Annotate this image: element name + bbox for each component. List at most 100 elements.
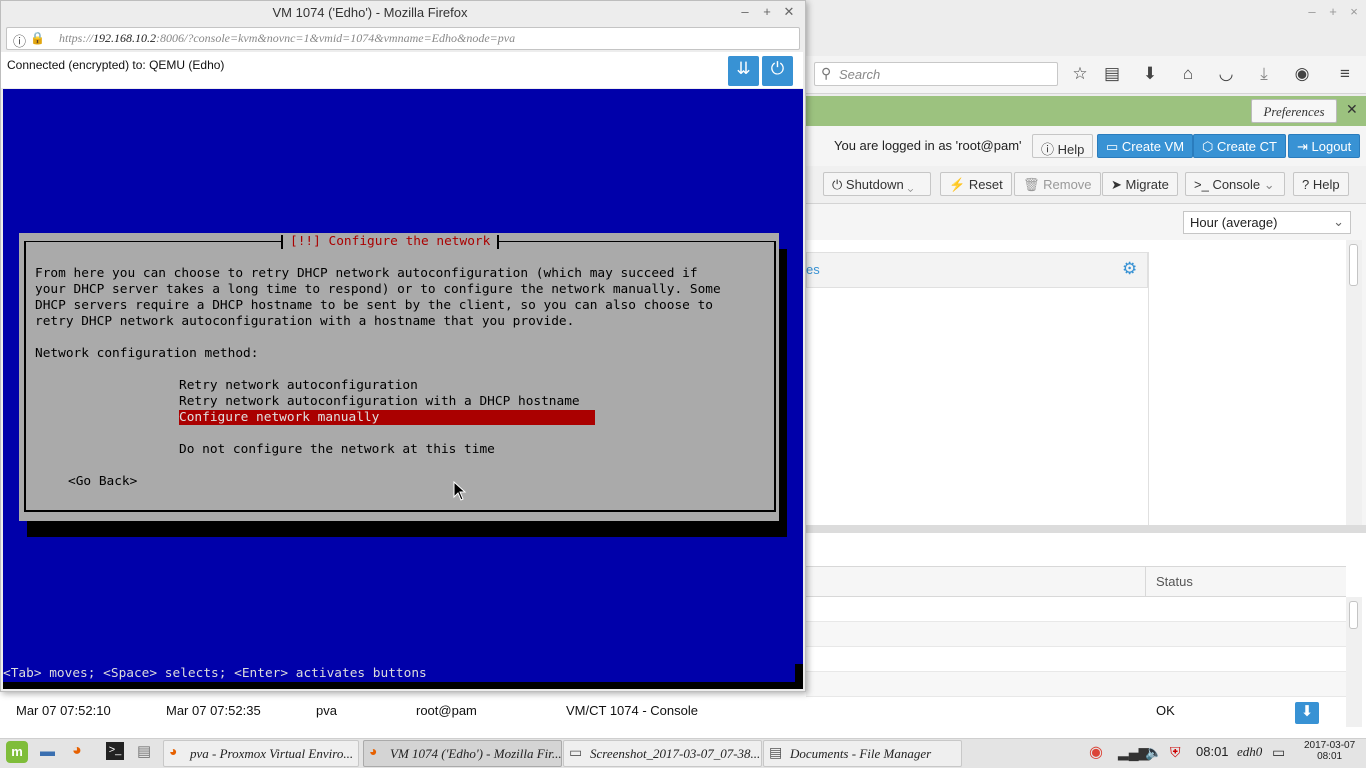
help-button-2[interactable]: ? Help <box>1293 172 1349 196</box>
option-retry-autoconfig[interactable]: Retry network autoconfiguration <box>179 378 418 394</box>
create-ct-button[interactable]: ⬡ Create CT <box>1193 134 1286 158</box>
remove-label: Remove <box>1043 177 1092 192</box>
table-row[interactable] <box>806 672 1346 697</box>
scrollbar-thumb[interactable] <box>1349 244 1358 286</box>
create-vm-button[interactable]: ▭ Create VM <box>1097 134 1194 158</box>
scrollbar[interactable] <box>1346 240 1362 525</box>
console-help-line: <Tab> moves; <Space> selects; <Enter> ac… <box>3 666 795 682</box>
dialog-description: From here you can choose to retry DHCP n… <box>35 266 721 329</box>
option-configure-manually[interactable]: Configure network manually <box>179 410 595 425</box>
task-file-manager[interactable]: ▤ Documents - File Manager <box>763 740 962 767</box>
remove-button[interactable]: 🗑 Remove <box>1014 172 1101 196</box>
connection-status: Connected (encrypted) to: QEMU (Edho) <box>7 58 225 72</box>
table-row[interactable] <box>806 647 1346 672</box>
panel-header <box>806 252 1148 288</box>
file-manager-icon[interactable]: ▤ <box>137 742 151 760</box>
volume-icon[interactable]: 🔈 <box>1145 744 1162 761</box>
send-icon: ➤ <box>1111 177 1126 192</box>
firefox-icon[interactable]: ◕ <box>72 742 82 760</box>
panel-divider <box>1148 252 1149 525</box>
help-button[interactable]: ⓘ Help <box>1032 134 1094 158</box>
scrollbar-thumb[interactable] <box>1349 601 1358 629</box>
reading-list-icon[interactable]: ▤ <box>1101 64 1123 84</box>
option-retry-dhcp-hostname[interactable]: Retry network autoconfiguration with a D… <box>179 394 580 410</box>
log-status: OK <box>1156 703 1175 718</box>
dialog-title: [!!] Configure the network <box>281 234 500 250</box>
lock-warning-icon[interactable]: 🔒 <box>30 31 45 45</box>
scroll-down-icon[interactable]: ⬇ <box>1295 702 1319 724</box>
task-label: Documents - File Manager <box>790 746 932 761</box>
date-label: 2017-03-07 <box>1304 740 1356 751</box>
tray-user[interactable]: edh0 <box>1237 744 1262 760</box>
gear-icon[interactable]: ⚙ <box>1122 259 1137 279</box>
pocket-icon[interactable]: ◡ <box>1215 64 1237 84</box>
migrate-label: Migrate <box>1125 177 1169 192</box>
panel-splitter[interactable] <box>806 525 1366 533</box>
bolt-icon: ⚡ <box>949 177 969 192</box>
show-desktop-icon[interactable]: ▬ <box>40 743 55 760</box>
task-screenshot[interactable]: ▭ Screenshot_2017-03-07_07-38... <box>563 740 762 767</box>
console-button[interactable]: >_ Console ⌄ <box>1185 172 1285 196</box>
download-icon[interactable]: ⬇ <box>1139 64 1161 84</box>
question-icon: ? <box>1302 177 1313 192</box>
task-label: VM 1074 ('Edho') - Mozilla Fir... <box>390 746 562 761</box>
task-label: Screenshot_2017-03-07_07-38... <box>590 746 761 761</box>
shutdown-button[interactable]: ⏻ Shutdown ⌄ <box>823 172 931 196</box>
log-user: root@pam <box>416 703 477 718</box>
panel-header-title: es <box>806 262 820 277</box>
terminal-icon[interactable]: >_ <box>106 742 124 760</box>
tray-clock[interactable]: 08:01 <box>1196 744 1229 759</box>
preferences-button[interactable]: Preferences <box>1251 99 1337 123</box>
vm-window-title: VM 1074 ('Edho') - Mozilla Firefox <box>272 5 468 20</box>
mouse-cursor-icon <box>453 481 467 501</box>
tray-date[interactable]: 2017-03-07 08:01 <box>1304 740 1355 762</box>
create-vm-label: Create VM <box>1121 139 1185 154</box>
column-separator <box>1145 567 1146 597</box>
go-back-button[interactable]: <Go Back> <box>68 474 137 490</box>
column-header-status[interactable]: Status <box>1156 574 1193 589</box>
minimize-icon[interactable]: – <box>735 4 755 19</box>
hamburger-menu-icon[interactable]: ≡ <box>1334 64 1356 84</box>
table-row[interactable] <box>806 622 1346 647</box>
shield-icon[interactable]: ⛨ <box>1170 744 1181 761</box>
terminal-icon: >_ <box>1194 177 1213 192</box>
task-proxmox[interactable]: ◕ pva - Proxmox Virtual Enviro... <box>163 740 359 767</box>
maximize-icon[interactable]: + <box>1323 4 1343 19</box>
help-button-label: Help <box>1057 142 1085 157</box>
migrate-button[interactable]: ➤ Migrate <box>1102 172 1178 196</box>
send-keys-icon[interactable]: ⇊ <box>728 56 759 86</box>
option-do-not-configure[interactable]: Do not configure the network at this tim… <box>179 442 495 458</box>
folder-icon: ▤ <box>769 746 783 761</box>
close-icon[interactable]: ✕ <box>779 4 799 20</box>
info-icon[interactable]: ⓘ <box>13 31 26 50</box>
logged-in-label: You are logged in as 'root@pam' <box>834 138 1022 153</box>
extension-icon[interactable]: ◉ <box>1291 64 1313 84</box>
chrome-icon[interactable]: ◉ <box>1089 742 1103 762</box>
chevron-down-icon: ⌄ <box>903 177 914 192</box>
home-icon[interactable]: ⌂ <box>1177 64 1199 84</box>
minimize-icon[interactable]: – <box>1302 4 1322 19</box>
close-icon[interactable]: × <box>1344 4 1364 19</box>
power-icon: ⏻ <box>832 177 846 192</box>
battery-icon[interactable]: ▭ <box>1272 744 1285 761</box>
scrollbar[interactable] <box>1346 597 1362 727</box>
power-icon[interactable]: ⏻ <box>762 56 793 86</box>
bookmark-star-icon[interactable]: ☆ <box>1069 64 1091 84</box>
search-input[interactable]: ⚲ Search <box>814 62 1058 86</box>
reset-button[interactable]: ⚡ Reset <box>940 172 1012 196</box>
log-start-time: Mar 07 07:52:10 <box>16 703 111 718</box>
date-time-label: 08:01 <box>1317 751 1343 762</box>
logout-button[interactable]: ⇥ Logout <box>1288 134 1361 158</box>
monitor-icon: ▭ <box>1106 139 1122 154</box>
maximize-icon[interactable]: + <box>757 4 777 19</box>
timeframe-select[interactable]: Hour (average) ⌄ <box>1183 211 1351 234</box>
log-node: pva <box>316 703 337 718</box>
url-bar[interactable]: https://192.168.10.2:8006/?console=kvm&n… <box>6 27 800 50</box>
downloads-arrow-icon[interactable]: ⤓ <box>1253 64 1275 84</box>
table-row[interactable] <box>806 597 1346 622</box>
mint-menu-icon[interactable]: m <box>6 741 28 763</box>
notification-close-icon[interactable]: ✕ <box>1346 101 1358 118</box>
logout-label: Logout <box>1311 139 1352 154</box>
config-method-label: Network configuration method: <box>35 346 259 361</box>
task-vm-console[interactable]: ◕ VM 1074 ('Edho') - Mozilla Fir... <box>363 740 562 767</box>
